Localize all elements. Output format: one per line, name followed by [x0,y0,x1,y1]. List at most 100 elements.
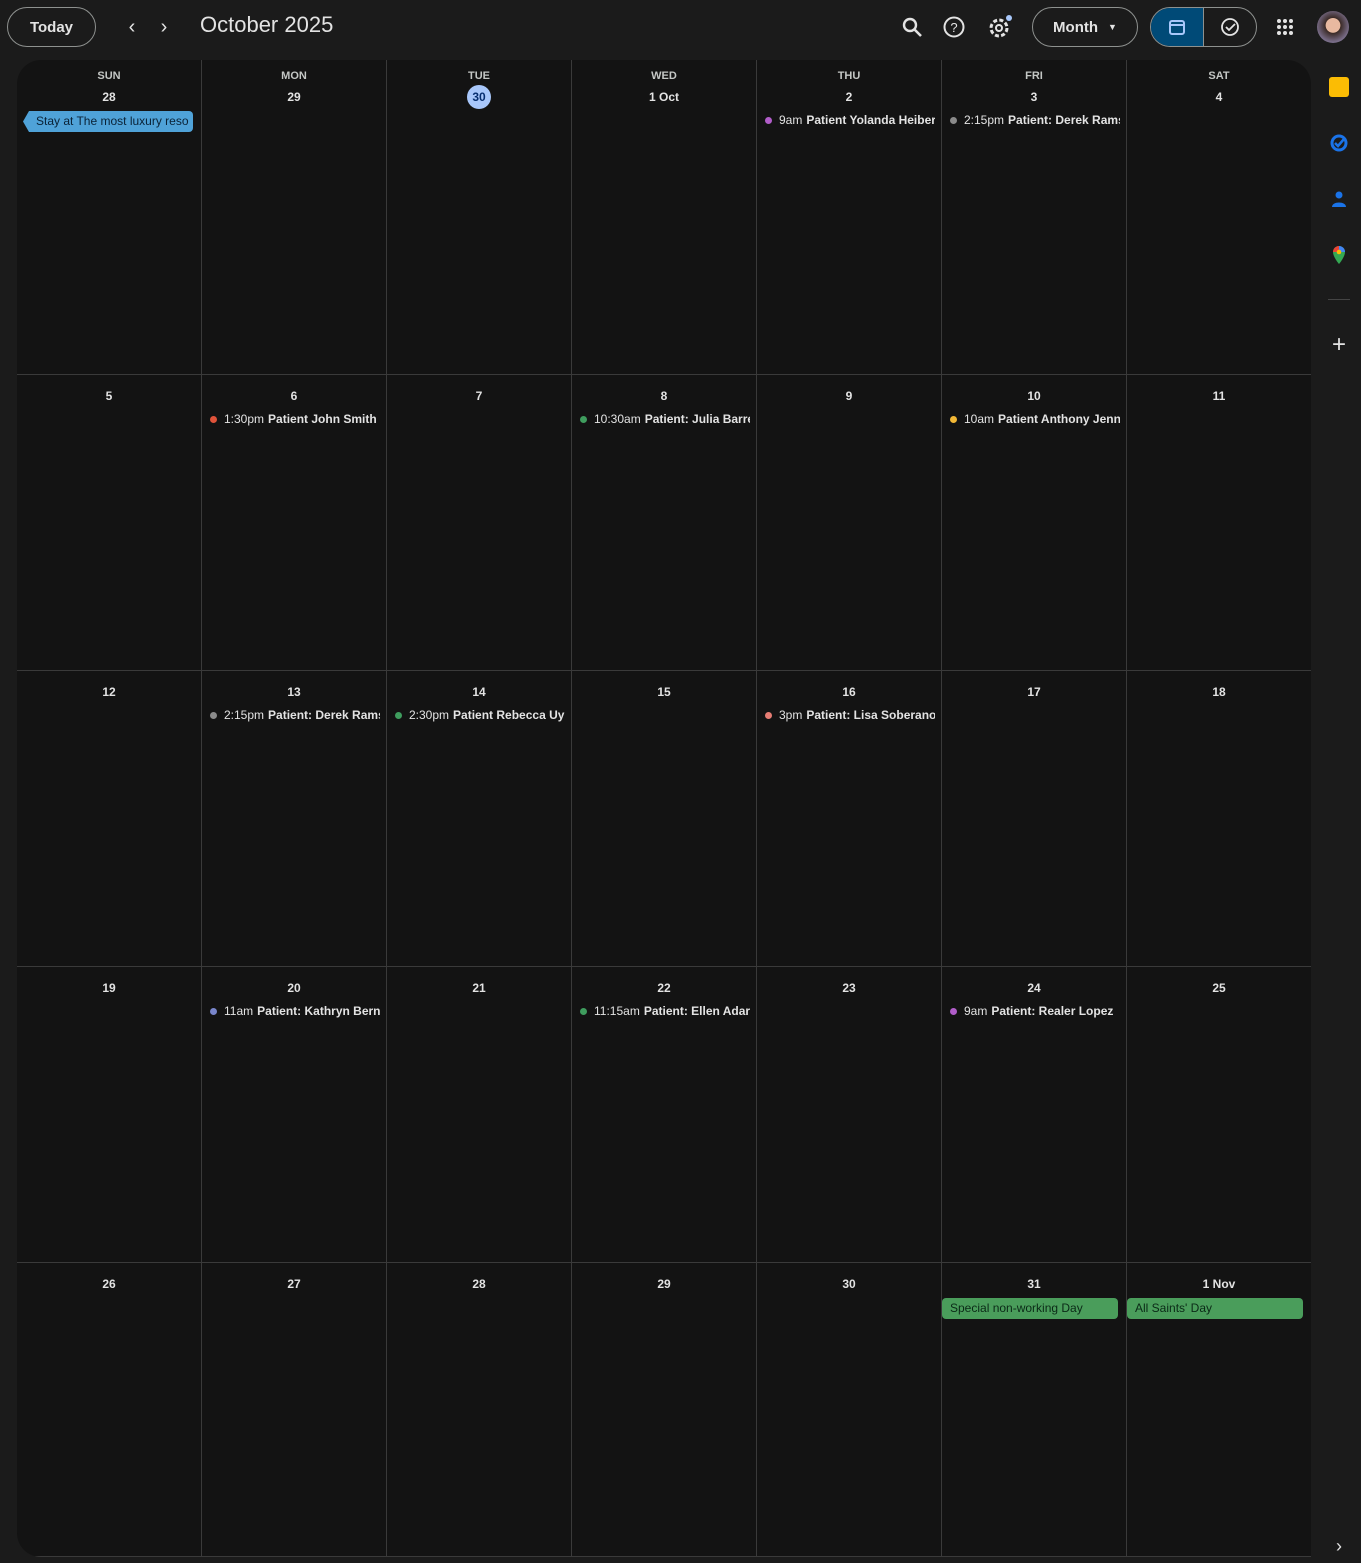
day-cell[interactable]: 23 [757,967,942,1263]
day-cell[interactable]: 30 [757,1263,942,1557]
day-cell[interactable]: 28 [387,1263,572,1557]
event-chip[interactable]: 10am Patient Anthony Jenn [950,409,1120,429]
day-number[interactable]: 28 [387,1273,571,1295]
event-chip[interactable]: 1:30pm Patient John Smith [210,409,380,429]
tasks-view-button[interactable] [1204,8,1256,46]
day-cell[interactable]: 7 [387,375,572,671]
day-cell[interactable]: 12 [17,671,202,967]
event-chip[interactable]: 11amPatient: Kathryn Bernardo [210,1001,380,1021]
day-number[interactable]: 16 [757,681,941,703]
day-number[interactable]: 15 [572,681,756,703]
add-icon[interactable]: + [1318,331,1360,359]
day-cell[interactable]: 16 3pm Patient: Lisa Soberano [757,671,942,967]
keep-icon[interactable] [1318,77,1360,97]
day-number[interactable]: 28 [17,86,201,108]
day-number[interactable]: 22 [572,977,756,999]
day-cell[interactable]: 21 [387,967,572,1263]
day-cell[interactable]: 18 [1127,671,1311,967]
day-number[interactable]: 21 [387,977,571,999]
avatar[interactable] [1317,11,1349,43]
day-cell[interactable]: THU 2 9am Patient Yolanda Heiber [757,60,942,375]
day-number[interactable]: 9 [757,385,941,407]
day-cell[interactable]: 6 1:30pm Patient John Smith [202,375,387,671]
day-number[interactable]: 3 [942,86,1126,108]
apps-icon[interactable] [1270,12,1300,42]
day-cell[interactable]: FRI 3 2:15pmPatient: Derek Ramsey [942,60,1127,375]
day-cell[interactable]: 17 [942,671,1127,967]
day-cell[interactable]: 29 [572,1263,757,1557]
view-select[interactable]: Month ▼ [1032,7,1138,47]
day-number[interactable]: 14 [387,681,571,703]
day-cell[interactable]: 24 9am Patient: Realer Lopez [942,967,1127,1263]
day-number[interactable]: 10 [942,385,1126,407]
event-chip[interactable]: 11:15amPatient: Ellen Adarna [580,1001,750,1021]
all-day-event[interactable]: Stay at The most luxury reso [23,111,193,132]
event-chip[interactable]: 3pm Patient: Lisa Soberano [765,705,935,725]
day-number[interactable]: 12 [17,681,201,703]
help-icon[interactable]: ? [939,12,969,42]
all-day-event[interactable]: All Saints' Day [1127,1298,1303,1319]
day-number[interactable]: 13 [202,681,386,703]
day-number[interactable]: 29 [572,1273,756,1295]
day-number[interactable]: 30 [757,1273,941,1295]
day-number[interactable]: 26 [17,1273,201,1295]
contacts-icon[interactable] [1318,189,1360,209]
day-cell[interactable]: 8 10:30am Patient: Julia Barre [572,375,757,671]
day-number[interactable]: 20 [202,977,386,999]
day-number[interactable]: 5 [17,385,201,407]
day-number[interactable]: 1 Oct [572,86,756,108]
day-cell[interactable]: 25 [1127,967,1311,1263]
day-cell[interactable]: WED 1 Oct [572,60,757,375]
day-number[interactable]: 31 [942,1273,1126,1295]
day-cell[interactable]: 15 [572,671,757,967]
day-cell[interactable]: 27 [202,1263,387,1557]
next-month-button[interactable]: › [150,13,178,41]
day-number[interactable]: 24 [942,977,1126,999]
day-cell[interactable]: 26 [17,1263,202,1557]
day-number[interactable]: 18 [1127,681,1311,703]
day-cell[interactable]: 19 [17,967,202,1263]
event-chip[interactable]: 2:30pm Patient Rebecca Uy [395,705,565,725]
day-cell[interactable]: 22 11:15amPatient: Ellen Adarna [572,967,757,1263]
day-number[interactable]: 17 [942,681,1126,703]
day-cell[interactable]: 13 2:15pmPatient: Derek Ramsey [202,671,387,967]
day-number[interactable]: 2 [757,86,941,108]
day-number[interactable]: 11 [1127,385,1311,407]
day-cell[interactable]: 20 11amPatient: Kathryn Bernardo [202,967,387,1263]
day-cell[interactable]: 11 [1127,375,1311,671]
today-button[interactable]: Today [7,7,96,47]
day-number[interactable]: 23 [757,977,941,999]
day-number[interactable]: 6 [202,385,386,407]
settings-icon[interactable] [985,12,1015,42]
day-number[interactable]: 1 Nov [1127,1273,1311,1295]
calendar-view-button[interactable] [1151,8,1204,46]
day-number[interactable]: 7 [387,385,571,407]
day-number[interactable]: 30 [387,85,571,109]
day-number[interactable]: 25 [1127,977,1311,999]
day-number[interactable]: 27 [202,1273,386,1295]
day-cell[interactable]: 1 Nov All Saints' Day [1127,1263,1311,1557]
day-number[interactable]: 8 [572,385,756,407]
expand-panel-icon[interactable]: › [1318,1536,1360,1557]
day-cell[interactable]: TUE 30 [387,60,572,375]
prev-month-button[interactable]: ‹ [118,13,146,41]
day-cell[interactable]: SAT 4 [1127,60,1311,375]
day-number[interactable]: 29 [202,86,386,108]
day-cell[interactable]: SUN 28 Stay at The most luxury reso [17,60,202,375]
day-cell[interactable]: 5 [17,375,202,671]
event-chip[interactable]: 2:15pmPatient: Derek Ramsey [210,705,380,725]
event-chip[interactable]: 2:15pmPatient: Derek Ramsey [950,110,1120,130]
day-number[interactable]: 19 [17,977,201,999]
event-chip[interactable]: 9am Patient Yolanda Heiber [765,110,935,130]
maps-icon[interactable] [1318,245,1360,265]
day-cell[interactable]: 14 2:30pm Patient Rebecca Uy [387,671,572,967]
tasks-icon[interactable] [1318,133,1360,153]
day-cell[interactable]: 9 [757,375,942,671]
day-cell[interactable]: MON 29 [202,60,387,375]
event-chip[interactable]: 10:30am Patient: Julia Barre [580,409,750,429]
all-day-event[interactable]: Special non-working Day [942,1298,1118,1319]
day-cell[interactable]: 10 10am Patient Anthony Jenn [942,375,1127,671]
day-cell[interactable]: 31 Special non-working Day [942,1263,1127,1557]
search-icon[interactable] [897,12,927,42]
day-number[interactable]: 4 [1127,86,1311,108]
